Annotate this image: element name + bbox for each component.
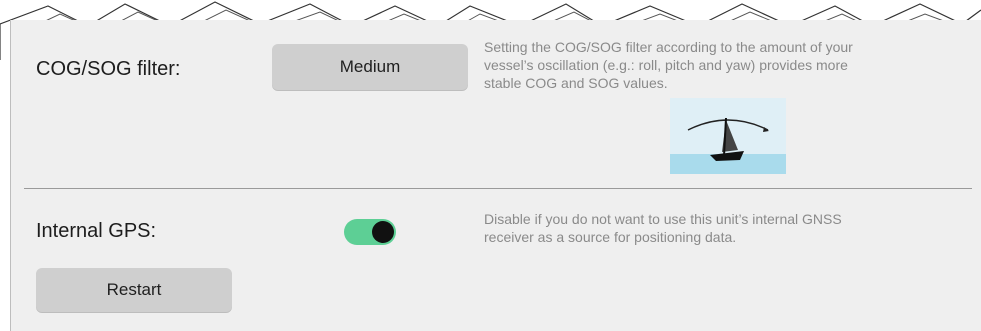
cog-sog-description: Setting the COG/SOG filter according to … — [484, 39, 853, 91]
sailboat-roll-icon — [670, 98, 786, 174]
internal-gps-description: Disable if you do not want to use this u… — [484, 211, 842, 245]
restart-button[interactable]: Restart — [36, 268, 232, 312]
cog-sog-filter-select[interactable]: Medium — [272, 44, 468, 90]
internal-gps-toggle[interactable] — [344, 219, 396, 245]
internal-gps-label: Internal GPS: — [36, 220, 157, 242]
cog-sog-filter-label: COG/SOG filter: — [36, 58, 181, 80]
section-divider — [24, 188, 972, 189]
toggle-knob — [372, 221, 394, 243]
